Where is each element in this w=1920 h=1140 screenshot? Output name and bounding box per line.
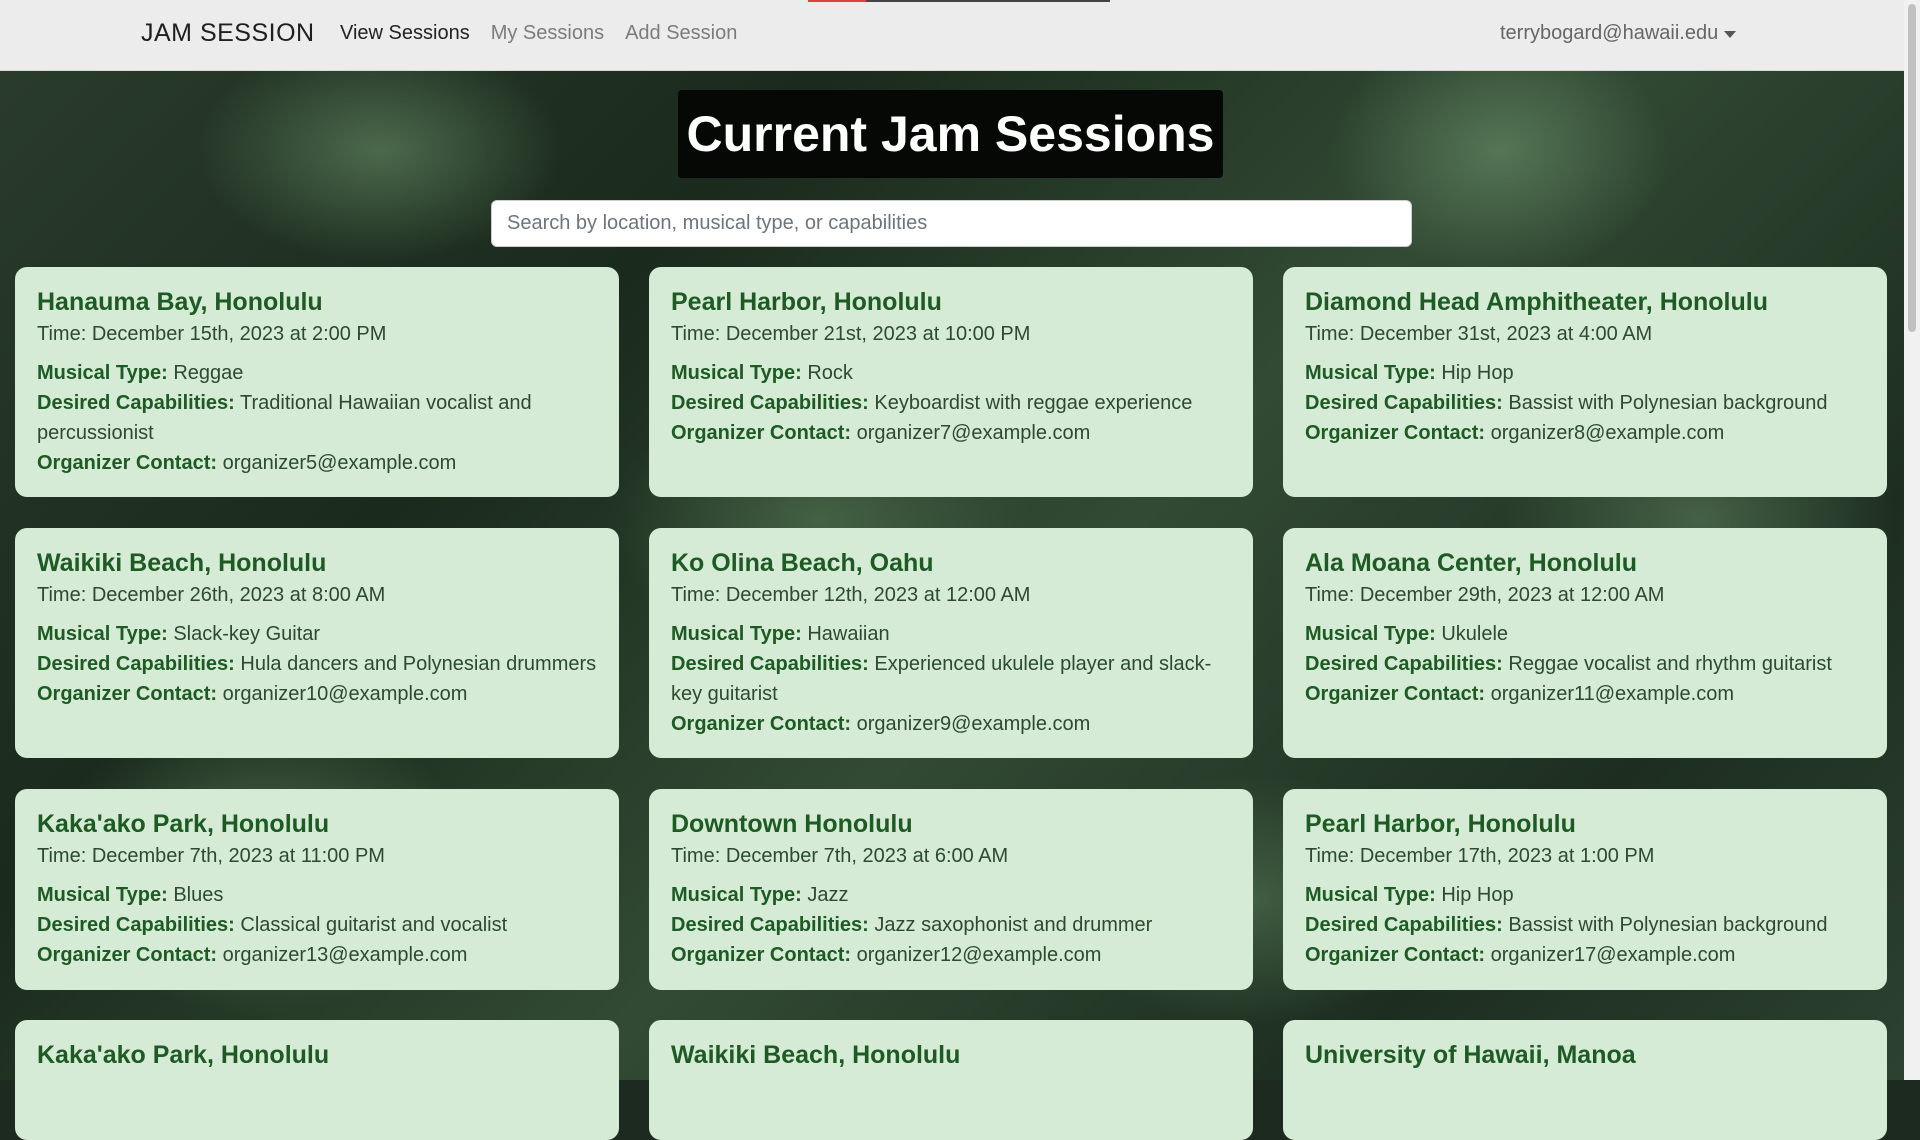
session-contact: organizer7@example.com [856,422,1091,444]
session-type: Hip Hop [1441,884,1514,906]
session-type: Slack-key Guitar [173,623,321,645]
session-location: Waikiki Beach, Honolulu [37,549,327,577]
session-card: Downtown Honolulu Time: December 7th, 20… [649,789,1253,990]
session-location: Hanauma Bay, Honolulu [37,288,323,316]
session-time: Time: December 26th, 2023 at 8:00 AM [37,584,386,606]
session-contact: organizer11@example.com [1490,683,1734,705]
session-type: Ukulele [1441,623,1509,645]
session-time: Time: December 31st, 2023 at 4:00 AM [1305,323,1653,345]
session-type: Hip Hop [1441,362,1514,384]
session-time: Time: December 15th, 2023 at 2:00 PM [37,323,387,345]
user-email: terrybogard@hawaii.edu [1500,22,1719,44]
session-contact: organizer10@example.com [222,683,468,705]
session-time: Time: December 7th, 2023 at 6:00 AM [671,845,1009,867]
session-card: Pearl Harbor, Honolulu Time: December 17… [1283,789,1887,990]
session-contact: organizer8@example.com [1490,422,1725,444]
session-location: Pearl Harbor, Honolulu [671,288,942,316]
session-type: Jazz [807,884,849,906]
caret-down-icon [1724,31,1737,38]
session-card: Pearl Harbor, Honolulu Time: December 21… [649,267,1253,497]
session-contact: organizer5@example.com [222,452,457,474]
session-contact: organizer13@example.com [222,944,468,966]
session-contact: organizer17@example.com [1490,944,1736,966]
session-location: Waikiki Beach, Honolulu [671,1041,961,1069]
session-capabilities: Bassist with Polynesian background [1508,914,1828,936]
session-type: Reggae [173,362,244,384]
nav-my-sessions[interactable]: My Sessions [491,22,604,45]
session-capabilities: Hula dancers and Polynesian drummers [240,653,597,675]
navbar: JAM SESSION View Sessions My Sessions Ad… [0,0,1904,71]
session-card: Diamond Head Amphitheater, Honolulu Time… [1283,267,1887,497]
session-capabilities: Keyboardist with reggae experience [874,392,1193,414]
session-location: University of Hawaii, Manoa [1305,1041,1636,1069]
user-dropdown[interactable]: terrybogard@hawaii.edu [1500,22,1737,45]
session-time: Time: December 12th, 2023 at 12:00 AM [671,584,1031,606]
session-location: Kaka'ako Park, Honolulu [37,810,330,838]
session-card: University of Hawaii, Manoa [1283,1020,1887,1140]
session-location: Diamond Head Amphitheater, Honolulu [1305,288,1768,316]
session-card: Ko Olina Beach, Oahu Time: December 12th… [649,528,1253,758]
session-type: Rock [807,362,853,384]
session-location: Kaka'ako Park, Honolulu [37,1041,330,1069]
session-time: Time: December 29th, 2023 at 12:00 AM [1305,584,1665,606]
search-input[interactable] [491,200,1412,247]
nav-view-sessions[interactable]: View Sessions [340,22,470,45]
session-contact: organizer9@example.com [856,713,1091,735]
session-card: Kaka'ako Park, Honolulu [15,1020,619,1140]
nav-links: View Sessions My Sessions Add Session [340,22,737,45]
loading-bar [808,0,1110,2]
session-location: Downtown Honolulu [671,810,913,838]
session-card: Waikiki Beach, Honolulu [649,1020,1253,1140]
session-time: Time: December 7th, 2023 at 11:00 PM [37,845,385,867]
brand-logo[interactable]: JAM SESSION [141,19,315,48]
session-capabilities: Bassist with Polynesian background [1508,392,1828,414]
session-capabilities: Classical guitarist and vocalist [240,914,508,936]
session-card: Hanauma Bay, Honolulu Time: December 15t… [15,267,619,497]
page-scrollbar[interactable] [1904,0,1920,1080]
nav-add-session[interactable]: Add Session [625,22,737,45]
session-capabilities: Jazz saxophonist and drummer [874,914,1153,936]
session-type: Hawaiian [807,623,890,645]
session-card: Waikiki Beach, Honolulu Time: December 2… [15,528,619,758]
session-location: Ko Olina Beach, Oahu [671,549,934,577]
session-card: Kaka'ako Park, Honolulu Time: December 7… [15,789,619,990]
session-contact: organizer12@example.com [856,944,1102,966]
session-time: Time: December 17th, 2023 at 1:00 PM [1305,845,1655,867]
session-type: Blues [173,884,224,906]
session-time: Time: December 21st, 2023 at 10:00 PM [671,323,1031,345]
scrollbar-thumb[interactable] [1908,4,1916,332]
session-location: Pearl Harbor, Honolulu [1305,810,1576,838]
session-card: Ala Moana Center, Honolulu Time: Decembe… [1283,528,1887,758]
session-capabilities: Reggae vocalist and rhythm guitarist [1508,653,1832,675]
session-location: Ala Moana Center, Honolulu [1305,549,1637,577]
page-title: Current Jam Sessions [678,90,1223,178]
